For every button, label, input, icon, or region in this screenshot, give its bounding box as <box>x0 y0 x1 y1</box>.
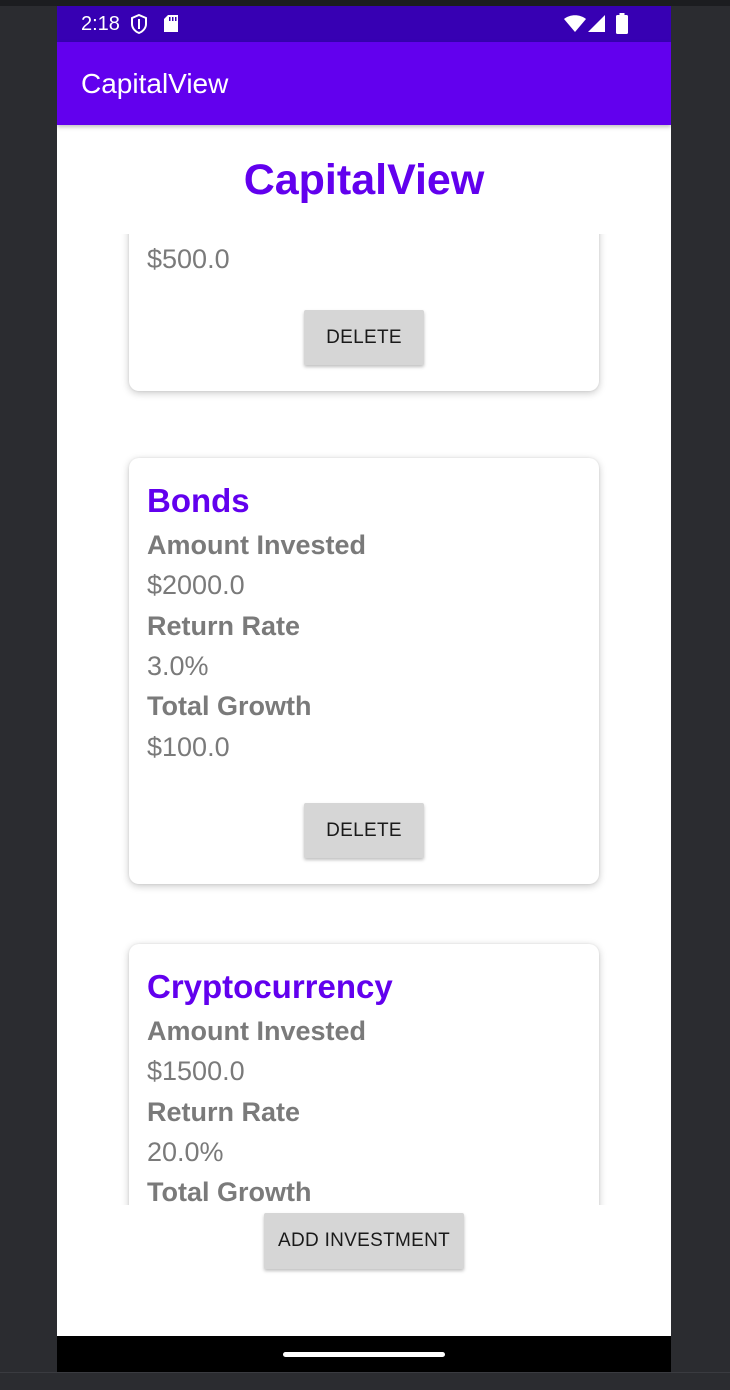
return-rate-value: 20.0% <box>147 1137 224 1167</box>
wifi-icon <box>564 15 586 32</box>
status-bar: 2:18 <box>57 6 671 42</box>
investment-card: Bonds Amount Invested $2000.0 Return Rat… <box>129 458 599 884</box>
battery-icon <box>616 13 628 34</box>
page-title: CapitalView <box>243 156 485 204</box>
app-bar: CapitalView <box>57 42 671 125</box>
investment-card: $500.0 DELETE <box>129 234 599 391</box>
phone-screen: 2:18 CapitalView CapitalView $500.0 DELE… <box>57 6 671 1372</box>
add-investment-button[interactable]: ADD INVESTMENT <box>264 1213 464 1269</box>
total-growth-value: $100.0 <box>147 732 230 762</box>
return-rate-value: 3.0% <box>147 651 209 681</box>
amount-label: Amount Invested <box>147 1016 367 1046</box>
status-time: 2:18 <box>81 13 120 35</box>
total-growth-label: Total Growth <box>147 1177 312 1205</box>
investment-name: Cryptocurrency <box>147 968 393 1005</box>
window-bottom-edge <box>0 1372 730 1390</box>
amount-value: $500.0 <box>147 244 230 274</box>
shield-icon <box>131 14 147 34</box>
amount-value: $2000.0 <box>147 570 245 600</box>
return-rate-label: Return Rate <box>147 611 301 641</box>
return-rate-label: Return Rate <box>147 1097 301 1127</box>
signal-icon <box>588 15 605 32</box>
amount-label: Amount Invested <box>147 530 367 560</box>
investment-list[interactable]: $500.0 DELETE Bonds Amount Invested $200… <box>57 234 671 1205</box>
sd-card-icon <box>164 15 178 32</box>
navigation-bar <box>57 1336 671 1372</box>
app-bar-title: CapitalView <box>81 68 229 99</box>
delete-button[interactable]: DELETE <box>304 803 424 858</box>
home-indicator[interactable] <box>283 1352 445 1357</box>
delete-button[interactable]: DELETE <box>304 310 424 365</box>
total-growth-label: Total Growth <box>147 691 312 721</box>
amount-value: $1500.0 <box>147 1056 245 1086</box>
investment-card: Cryptocurrency Amount Invested $1500.0 R… <box>129 944 599 1205</box>
investment-name: Bonds <box>147 482 250 519</box>
